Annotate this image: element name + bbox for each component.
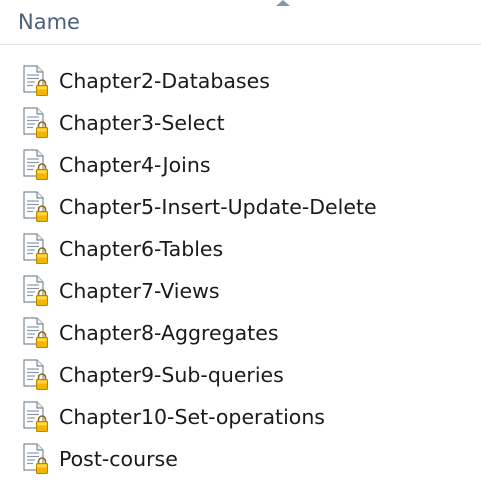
file-name: Chapter10-Set-operations	[59, 405, 325, 429]
file-row[interactable]: Chapter8-Aggregates	[0, 312, 481, 354]
file-list: Chapter2-Databases Chapter3-Select Chapt…	[0, 60, 481, 480]
file-name: Post-course	[59, 447, 178, 471]
sort-ascending-icon[interactable]	[276, 0, 290, 6]
locked-document-icon	[23, 359, 48, 390]
file-name: Chapter4-Joins	[59, 153, 211, 177]
locked-document-icon	[23, 65, 48, 96]
name-column-header[interactable]: Name	[18, 8, 80, 36]
locked-document-icon	[23, 275, 48, 306]
locked-document-icon	[23, 317, 48, 348]
locked-document-icon	[23, 191, 48, 222]
file-row[interactable]: Chapter2-Databases	[0, 60, 481, 102]
file-row[interactable]: Chapter3-Select	[0, 102, 481, 144]
file-row[interactable]: Chapter9-Sub-queries	[0, 354, 481, 396]
file-name: Chapter6-Tables	[59, 237, 224, 261]
locked-document-icon	[23, 107, 48, 138]
file-name: Chapter9-Sub-queries	[59, 363, 284, 387]
locked-document-icon	[23, 149, 48, 180]
file-name: Chapter8-Aggregates	[59, 321, 279, 345]
locked-document-icon	[23, 401, 48, 432]
column-header: Name	[0, 0, 481, 45]
file-row[interactable]: Chapter5-Insert-Update-Delete	[0, 186, 481, 228]
locked-document-icon	[23, 233, 48, 264]
file-row[interactable]: Chapter10-Set-operations	[0, 396, 481, 438]
file-row[interactable]: Post-course	[0, 438, 481, 480]
file-row[interactable]: Chapter4-Joins	[0, 144, 481, 186]
file-row[interactable]: Chapter6-Tables	[0, 228, 481, 270]
locked-document-icon	[23, 443, 48, 474]
file-row[interactable]: Chapter7-Views	[0, 270, 481, 312]
file-name: Chapter5-Insert-Update-Delete	[59, 195, 377, 219]
file-name: Chapter3-Select	[59, 111, 225, 135]
file-name: Chapter7-Views	[59, 279, 220, 303]
file-name: Chapter2-Databases	[59, 69, 270, 93]
